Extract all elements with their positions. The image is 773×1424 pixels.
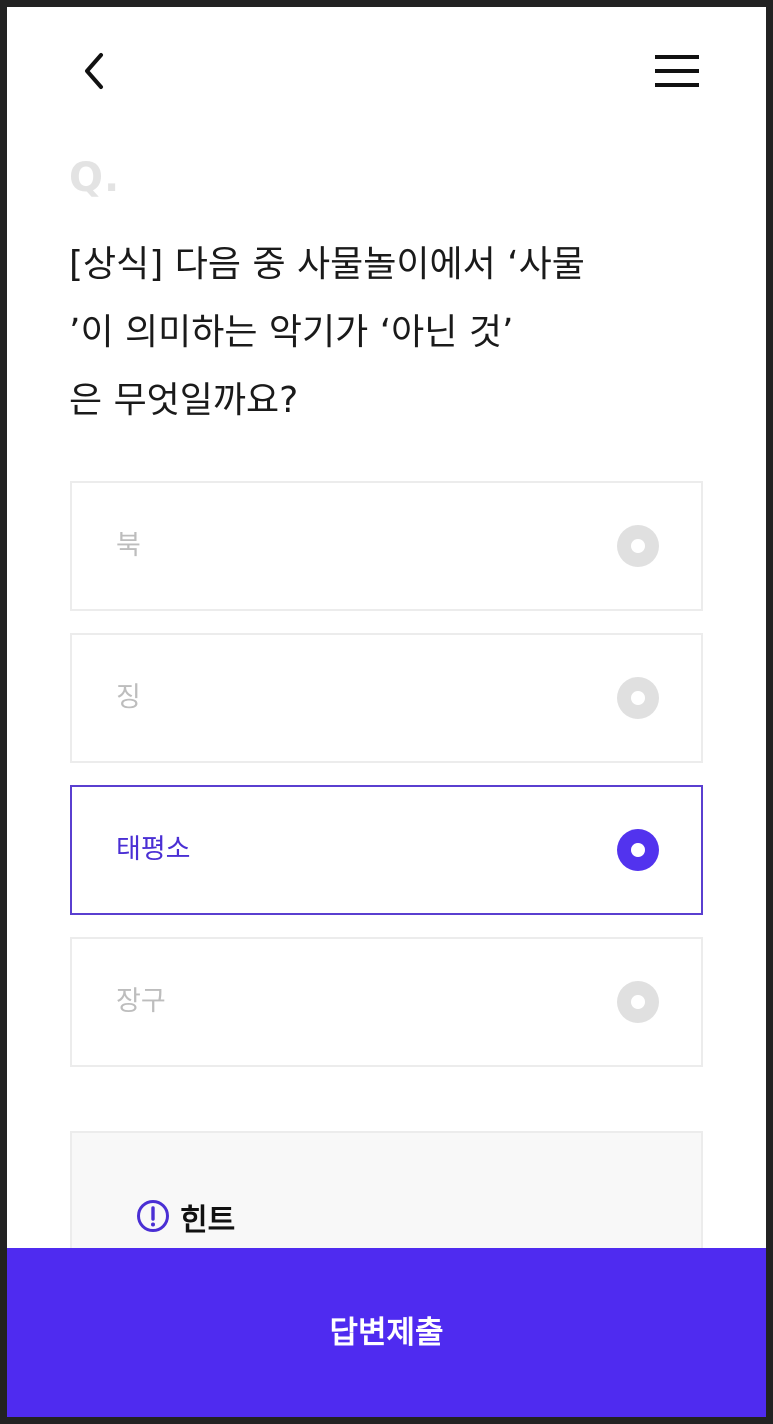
submit-answer-button[interactable]: 답변제출 — [7, 1248, 766, 1417]
exclamation-circle-icon — [137, 1200, 169, 1232]
question-marker: Q. — [69, 155, 121, 201]
answer-option-3[interactable]: 태평소 — [70, 785, 703, 915]
answer-option-2[interactable]: 징 — [70, 633, 703, 763]
top-bar — [7, 7, 766, 137]
answer-option-label: 태평소 — [116, 834, 191, 865]
answer-option-1[interactable]: 북 — [70, 481, 703, 611]
question-text: [상식] 다음 중 사물놀이에서 ‘사물 ’이 의미하는 악기가 ‘아닌 것’ … — [69, 244, 585, 421]
menu-button[interactable] — [653, 51, 701, 91]
back-button[interactable] — [75, 49, 115, 93]
chevron-left-icon — [85, 53, 103, 89]
device-frame: Q. [상식] 다음 중 사물놀이에서 ‘사물 ’이 의미하는 악기가 ‘아닌 … — [0, 0, 773, 1424]
answer-options: 북 징 태평소 장구 — [70, 481, 703, 1089]
radio-icon[interactable] — [617, 525, 659, 567]
radio-icon[interactable] — [617, 981, 659, 1023]
quiz-screen: Q. [상식] 다음 중 사물놀이에서 ‘사물 ’이 의미하는 악기가 ‘아닌 … — [7, 7, 766, 1417]
answer-option-4[interactable]: 장구 — [70, 937, 703, 1067]
hamburger-menu-icon — [655, 55, 699, 87]
answer-option-label: 징 — [116, 682, 141, 713]
radio-icon[interactable] — [617, 677, 659, 719]
answer-option-label: 장구 — [116, 986, 166, 1017]
hint-title: 힌트 — [180, 1203, 236, 1238]
radio-icon[interactable] — [617, 829, 659, 871]
answer-option-label: 북 — [116, 530, 141, 561]
